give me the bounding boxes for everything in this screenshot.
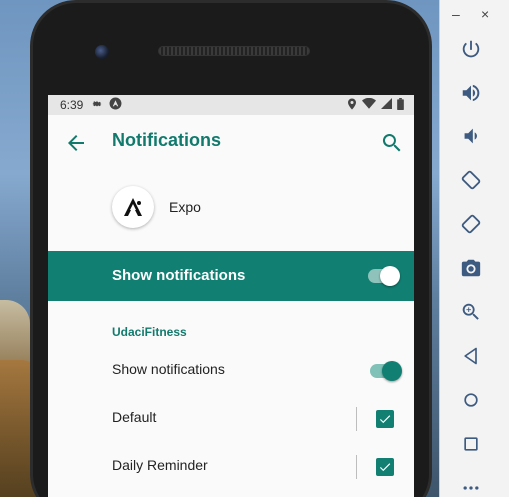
app-header: Expo [48, 181, 414, 237]
device-screen: 6:39 Notifications Expo Show notificatio… [48, 95, 414, 497]
category-title: UdaciFitness [112, 325, 187, 339]
check-icon [379, 415, 391, 424]
status-time: 6:39 [60, 98, 84, 112]
master-toggle-switch[interactable] [368, 266, 400, 286]
app-name: Expo [169, 199, 201, 215]
daily-reminder-checkbox[interactable] [376, 458, 394, 476]
page-title: Notifications [112, 130, 222, 150]
show-notifications-switch[interactable] [370, 361, 402, 381]
search-icon[interactable] [380, 131, 404, 155]
close-button[interactable]: × [481, 6, 489, 22]
row-label: Default [112, 409, 157, 425]
zoom-icon[interactable] [458, 299, 484, 325]
signal-icon [381, 98, 392, 112]
expo-app-icon [112, 186, 154, 228]
rotate-right-icon[interactable] [458, 211, 484, 237]
volume-up-icon[interactable] [458, 80, 484, 106]
status-bar: 6:39 [48, 95, 414, 115]
master-toggle-row[interactable]: Show notifications [48, 251, 414, 301]
power-icon[interactable] [458, 36, 484, 62]
minimize-button[interactable]: – [452, 6, 460, 22]
category-row-default[interactable]: Default [48, 395, 414, 443]
volume-down-icon[interactable] [458, 123, 484, 149]
emulator-side-panel: – × [439, 0, 509, 497]
home-icon[interactable] [458, 387, 484, 413]
battery-icon [397, 97, 404, 113]
row-label: Show notifications [112, 361, 225, 377]
category-row-show-notifications[interactable]: Show notifications [48, 347, 414, 395]
default-checkbox[interactable] [376, 410, 394, 428]
row-label: Daily Reminder [112, 457, 208, 473]
row-divider [356, 455, 357, 479]
category-row-daily-reminder[interactable]: Daily Reminder [48, 443, 414, 491]
switch-knob [380, 266, 400, 286]
app-bar: Notifications [48, 115, 414, 171]
wifi-icon [362, 97, 376, 112]
phone-bezel-top [33, 3, 429, 98]
overview-icon[interactable] [458, 431, 484, 457]
arrow-back-icon[interactable] [64, 131, 88, 155]
more-icon[interactable] [458, 475, 484, 497]
location-icon [347, 98, 357, 113]
check-icon [379, 463, 391, 472]
camera-icon[interactable] [458, 255, 484, 281]
front-camera [95, 45, 109, 59]
rotate-left-icon[interactable] [458, 167, 484, 193]
earpiece-speaker [158, 46, 310, 56]
settings-icon [91, 98, 103, 113]
master-toggle-label: Show notifications [112, 267, 246, 284]
row-divider [356, 407, 357, 431]
back-icon[interactable] [458, 343, 484, 369]
a-icon [109, 97, 122, 113]
switch-knob [382, 361, 402, 381]
